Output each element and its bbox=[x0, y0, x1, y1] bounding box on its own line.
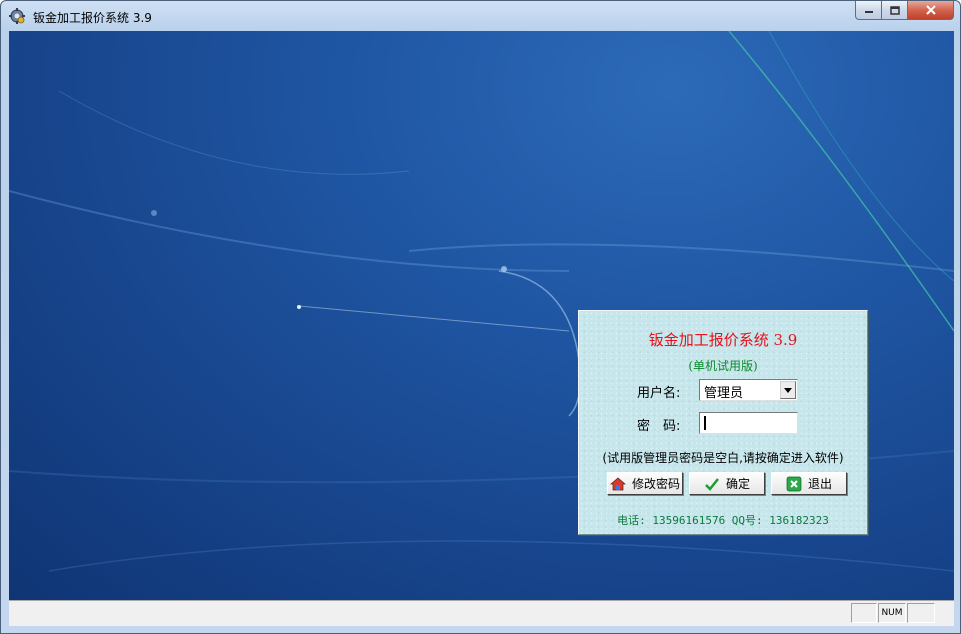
change-password-button[interactable]: 修改密码 bbox=[607, 472, 683, 495]
login-subtitle: (单机试用版) bbox=[688, 359, 758, 373]
ok-button[interactable]: 确定 bbox=[689, 472, 765, 495]
status-pane-num: NUM bbox=[878, 603, 906, 623]
gear-app-icon bbox=[9, 8, 25, 24]
login-title: 钣金加工报价系统 3.9 bbox=[648, 331, 798, 349]
window-controls bbox=[855, 1, 954, 21]
status-bar: NUM bbox=[9, 600, 954, 626]
contact-info: 电话: 13596161576 QQ号: 136182323 bbox=[617, 514, 829, 527]
chevron-down-icon[interactable] bbox=[780, 381, 796, 399]
text-caret bbox=[704, 416, 706, 430]
username-value: 管理员 bbox=[704, 386, 744, 401]
login-dialog: 钣金加工报价系统 3.9 (单机试用版) 用户名: 管理员 密 码: (试用版管… bbox=[578, 310, 868, 535]
minimize-icon bbox=[864, 11, 873, 13]
minimize-button[interactable] bbox=[855, 1, 882, 20]
exit-button[interactable]: 退出 bbox=[771, 472, 847, 495]
maximize-button[interactable] bbox=[882, 1, 908, 20]
exit-label: 退出 bbox=[807, 477, 832, 491]
window-title: 钣金加工报价系统 3.9 bbox=[33, 11, 152, 25]
username-select[interactable]: 管理员 bbox=[699, 379, 798, 401]
status-pane-scroll bbox=[907, 603, 935, 623]
user-edit-icon bbox=[610, 476, 626, 492]
password-label: 密 码: bbox=[637, 419, 681, 434]
exit-icon bbox=[786, 476, 802, 492]
close-icon bbox=[925, 5, 936, 15]
close-button[interactable] bbox=[908, 1, 954, 20]
username-label: 用户名: bbox=[637, 386, 681, 401]
ok-label: 确定 bbox=[725, 477, 750, 491]
maximize-icon bbox=[889, 5, 900, 15]
change-password-label: 修改密码 bbox=[631, 477, 680, 491]
password-hint: (试用版管理员密码是空白,请按确定进入软件) bbox=[602, 451, 844, 465]
password-field[interactable] bbox=[699, 412, 798, 434]
title-bar[interactable]: 钣金加工报价系统 3.9 bbox=[1, 1, 960, 31]
status-pane-caps bbox=[851, 603, 877, 623]
checkmark-icon bbox=[704, 476, 720, 492]
